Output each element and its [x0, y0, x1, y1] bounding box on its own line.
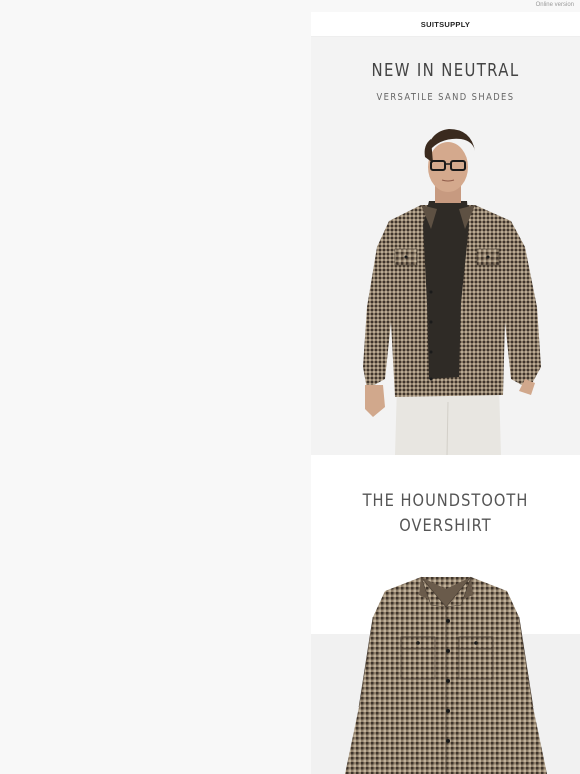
page: Online version SUITSUPPLY NEW IN NEUTRAL… — [0, 0, 580, 774]
product-title-line1: THE HOUNDSTOOTH — [362, 491, 529, 511]
hero-model-image[interactable] — [311, 117, 580, 455]
product-overshirt-image[interactable] — [311, 557, 580, 774]
online-version-link[interactable]: Online version — [536, 2, 574, 8]
brand-logo[interactable]: SUITSUPPLY — [421, 20, 470, 29]
product-title[interactable]: THE HOUNDSTOOTH OVERSHIRT — [330, 489, 561, 539]
email-container: SUITSUPPLY NEW IN NEUTRAL VERSATILE SAND… — [311, 12, 580, 774]
hero-banner[interactable]: NEW IN NEUTRAL VERSATILE SAND SHADES — [311, 37, 580, 455]
product-title-line2: OVERSHIRT — [399, 516, 492, 536]
hero-title: NEW IN NEUTRAL — [371, 61, 520, 81]
brand-header: SUITSUPPLY — [311, 12, 580, 37]
hero-subtitle: VERSATILE SAND SHADES — [376, 92, 515, 103]
